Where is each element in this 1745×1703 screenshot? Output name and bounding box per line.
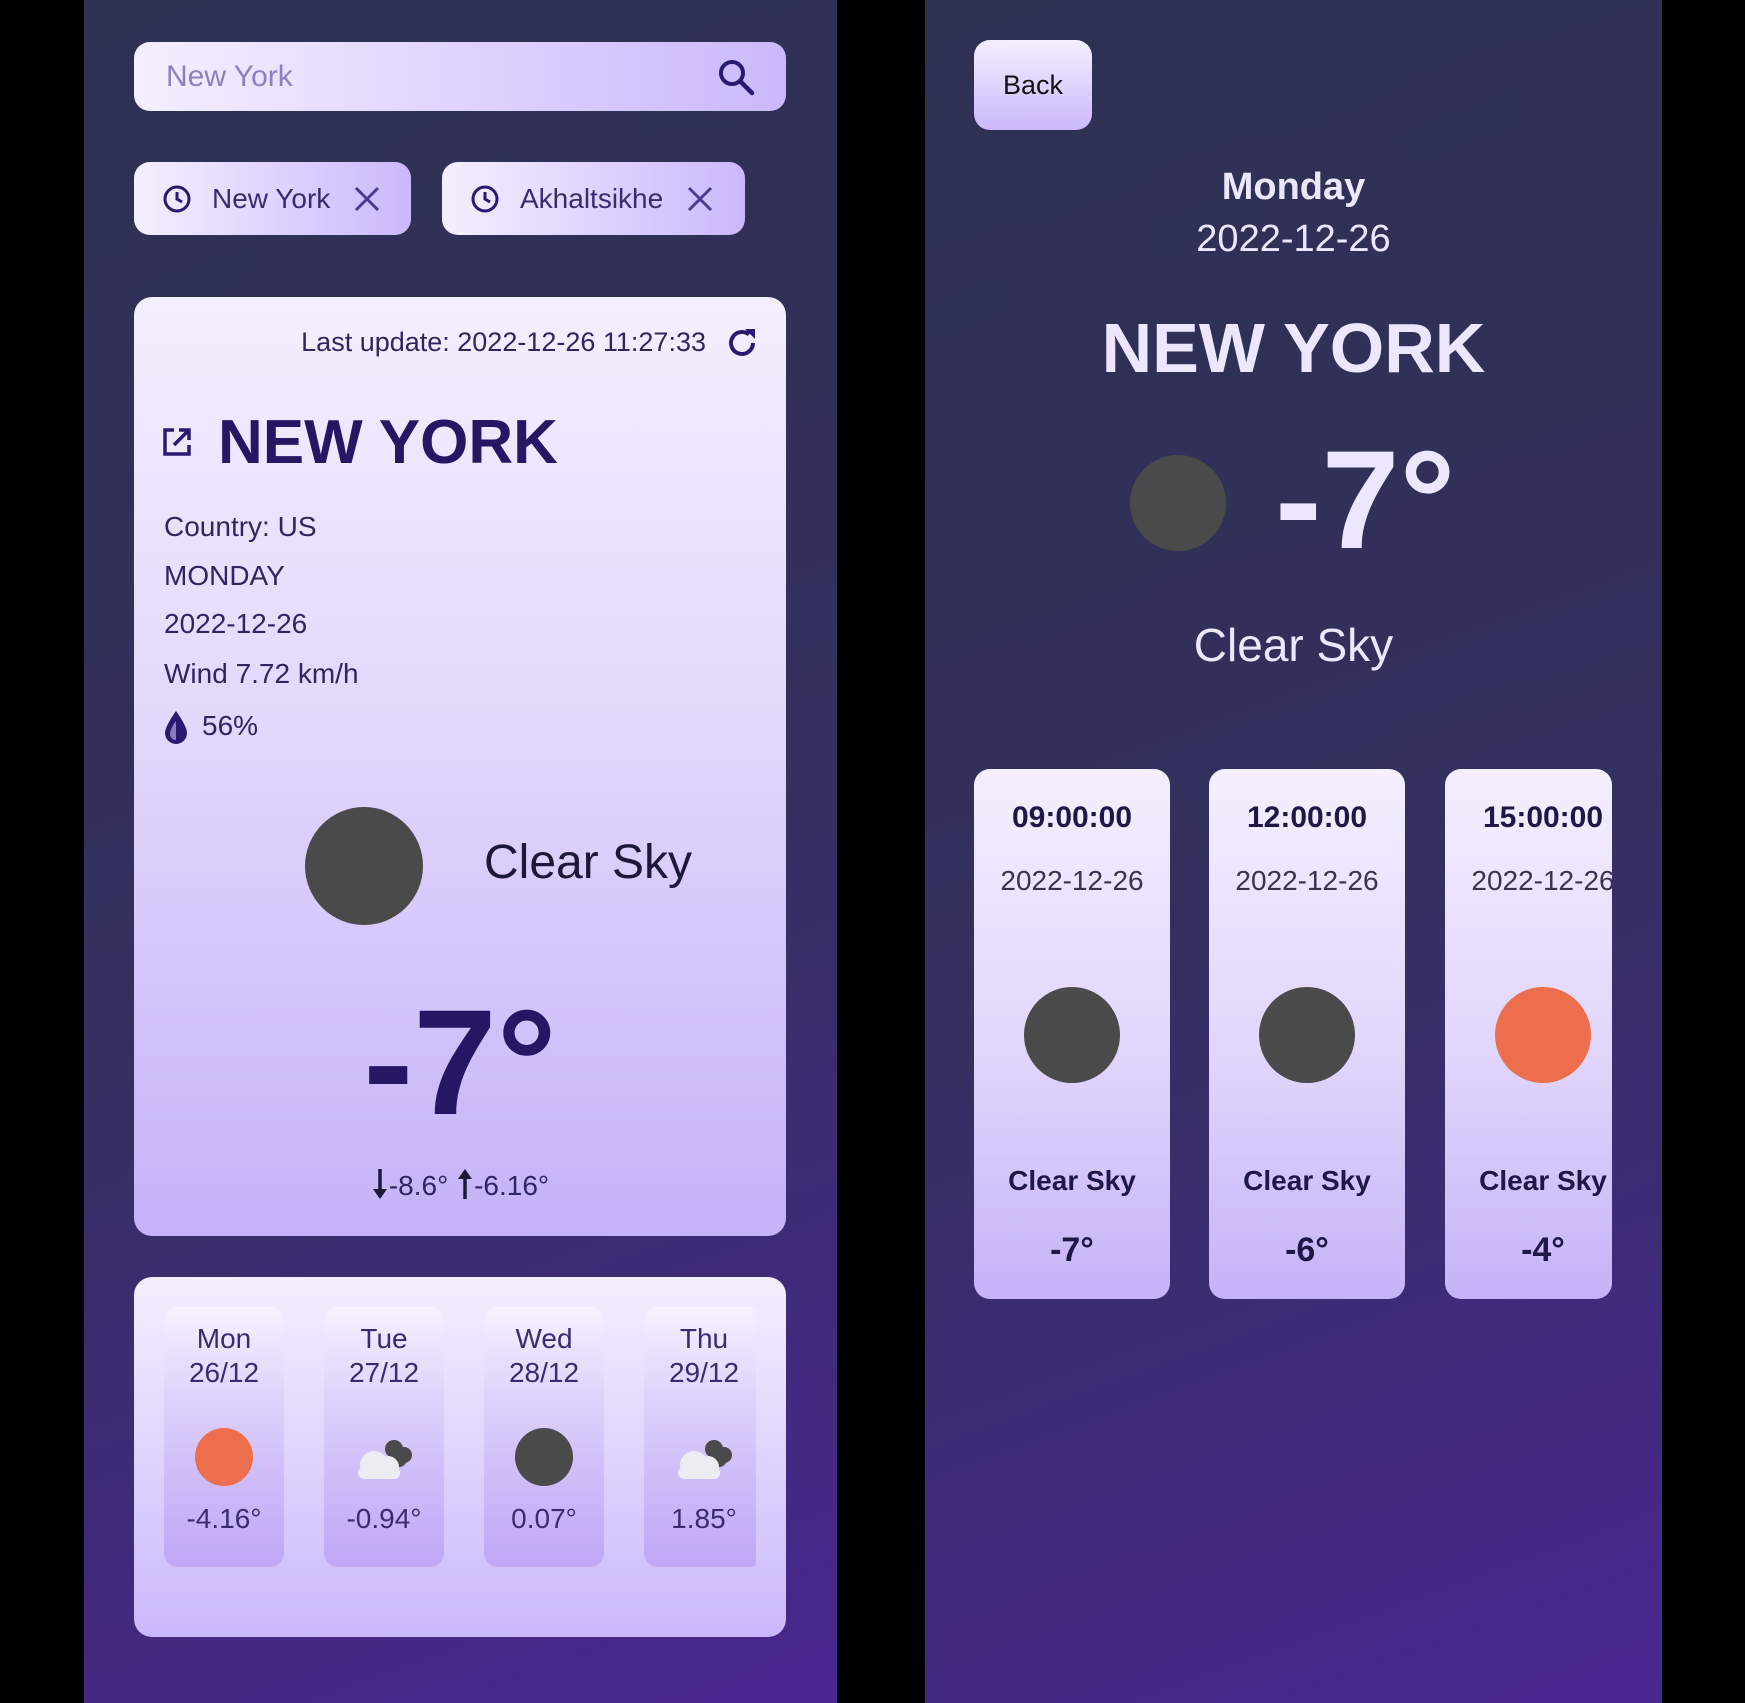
hourly-temp: -6°: [1285, 1231, 1329, 1269]
current-weather-card[interactable]: Last update: 2022-12-26 11:27:33 NEW YOR…: [134, 297, 786, 1236]
recent-search-label: New York: [212, 182, 331, 214]
forecast-day-name: Mon: [196, 1323, 252, 1354]
humidity-text: 56%: [202, 710, 259, 741]
back-button[interactable]: Back: [974, 40, 1092, 130]
forecast-day[interactable]: Thu 29/12 1.85°: [644, 1307, 756, 1567]
date-text: 2022-12-26: [164, 608, 308, 639]
forecast-day-temp: -0.94°: [346, 1503, 422, 1534]
hourly-temp: -7°: [1050, 1231, 1094, 1269]
hourly-date: 2022-12-26: [1471, 865, 1612, 896]
search-icon[interactable]: [716, 57, 756, 97]
sun-icon: [195, 1428, 253, 1486]
max-temperature: -6.16°: [474, 1170, 550, 1201]
daily-forecast-card: Mon 26/12 -4.16° Tue 27/12 -0.94° Wed 28…: [134, 1277, 786, 1637]
recent-search-chip[interactable]: New York: [134, 162, 411, 235]
refresh-icon[interactable]: [724, 325, 760, 361]
recent-search-label: Akhaltsikhe: [520, 182, 664, 214]
hourly-time: 12:00:00: [1246, 801, 1368, 834]
forecast-day-temp: -4.16°: [186, 1503, 262, 1534]
detail-screen: Back Monday 2022-12-26 NEW YORK -7° Clea…: [925, 0, 1662, 1703]
cloud-icon: [678, 1440, 732, 1479]
country-text: Country: US: [164, 511, 317, 542]
hourly-temp: -4°: [1521, 1231, 1565, 1269]
forecast-day-date: 26/12: [188, 1357, 260, 1388]
forecast-day-date: 28/12: [508, 1357, 580, 1388]
night-icon: [1130, 455, 1226, 551]
sun-icon: [1495, 987, 1591, 1083]
hourly-date: 2022-12-26: [1235, 865, 1379, 896]
forecast-day[interactable]: Wed 28/12 0.07°: [484, 1307, 604, 1567]
search-bar: [134, 42, 786, 111]
arrow-up-icon: [458, 1169, 473, 1199]
weekday-title: Monday: [1221, 166, 1366, 208]
night-icon: [1024, 987, 1120, 1083]
clock-icon: [471, 185, 499, 212]
external-link-icon[interactable]: [160, 425, 194, 459]
cloud-icon: [358, 1440, 412, 1479]
min-temperature: -8.6°: [388, 1170, 449, 1201]
clock-icon: [163, 185, 191, 212]
date-subtitle: 2022-12-26: [1196, 218, 1391, 260]
main-screen: New York Akhaltsikhe Last update: 2022-1…: [84, 0, 837, 1703]
forecast-day[interactable]: Tue 27/12 -0.94°: [324, 1307, 444, 1567]
forecast-day-name: Tue: [360, 1323, 408, 1354]
last-update-text: Last update: 2022-12-26 11:27:33: [301, 327, 706, 357]
forecast-day-date: 27/12: [348, 1357, 420, 1388]
night-icon: [1259, 987, 1355, 1083]
hourly-time: 09:00:00: [1011, 801, 1133, 834]
search-input[interactable]: [164, 58, 716, 95]
hourly-card[interactable]: 15:00:00 2022-12-26 Clear Sky -4°: [1445, 769, 1612, 1299]
hourly-card[interactable]: 09:00:00 2022-12-26 Clear Sky -7°: [974, 769, 1170, 1299]
hourly-date: 2022-12-26: [1000, 865, 1144, 896]
hourly-condition: Clear Sky: [1008, 1165, 1136, 1196]
forecast-day-name: Wed: [515, 1323, 573, 1354]
close-icon[interactable]: [352, 184, 382, 214]
city-name: NEW YORK: [218, 408, 558, 477]
night-icon: [515, 1428, 573, 1486]
weekday-text: MONDAY: [164, 560, 285, 591]
wind-text: Wind 7.72 km/h: [164, 658, 359, 689]
forecast-day[interactable]: Mon 26/12 -4.16°: [164, 1307, 284, 1567]
forecast-day-date: 29/12: [668, 1357, 740, 1388]
recent-search-chip[interactable]: Akhaltsikhe: [442, 162, 745, 235]
hourly-condition: Clear Sky: [1243, 1165, 1371, 1196]
city-name: NEW YORK: [1101, 309, 1486, 387]
temperature: -7°: [1275, 421, 1456, 578]
forecast-day-name: Thu: [679, 1323, 729, 1354]
hourly-time: 15:00:00: [1482, 801, 1604, 834]
close-icon[interactable]: [685, 184, 715, 214]
arrow-down-icon: [372, 1169, 387, 1199]
hourly-card[interactable]: 12:00:00 2022-12-26 Clear Sky -6°: [1209, 769, 1405, 1299]
min-max-temperature: -8.6° -6.16°: [134, 1167, 786, 1202]
temperature: -7°: [363, 978, 557, 1146]
forecast-day-temp: 1.85°: [671, 1503, 737, 1534]
hourly-condition: Clear Sky: [1479, 1165, 1607, 1196]
daily-forecast-list[interactable]: Mon 26/12 -4.16° Tue 27/12 -0.94° Wed 28…: [164, 1307, 756, 1572]
night-icon: [305, 807, 423, 925]
condition-text: Clear Sky: [484, 836, 693, 889]
forecast-day-temp: 0.07°: [511, 1503, 577, 1534]
condition-text: Clear Sky: [1193, 619, 1394, 671]
water-drop-icon: [165, 711, 187, 744]
